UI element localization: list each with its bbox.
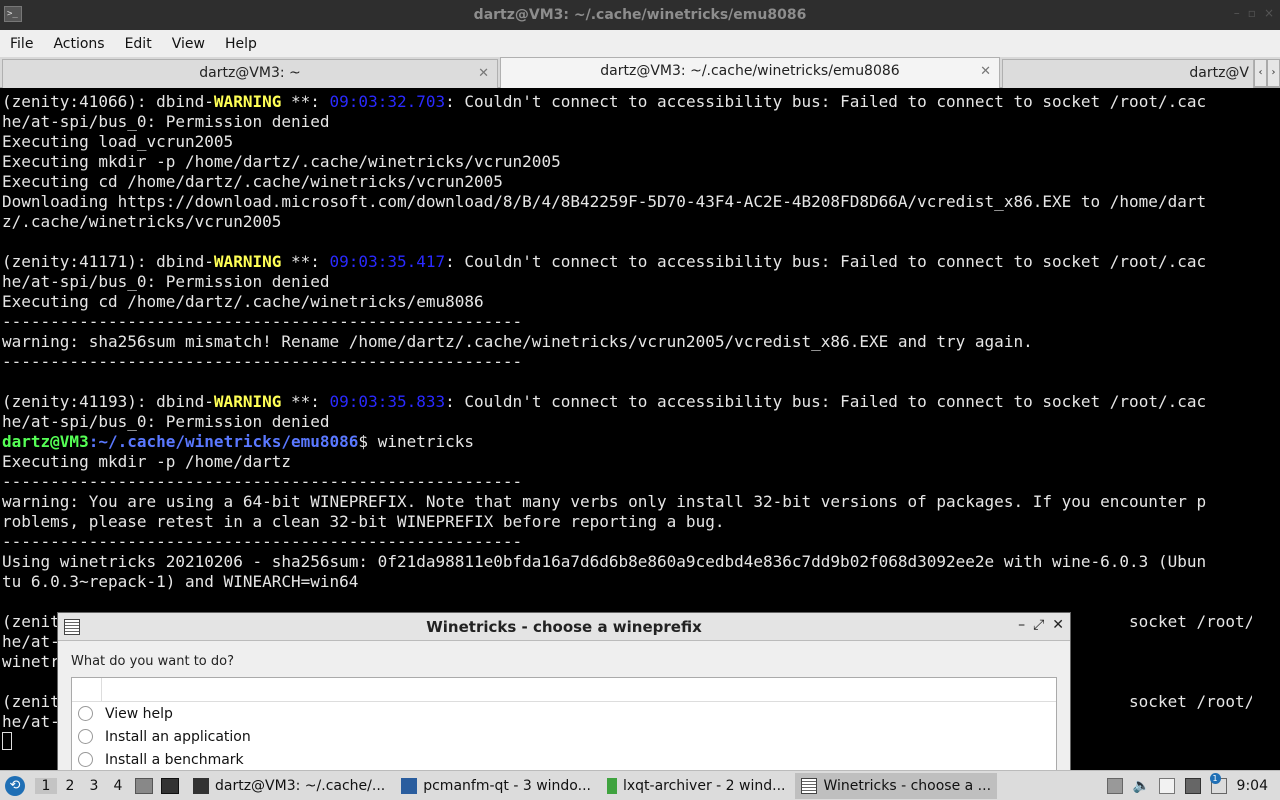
option-view-help[interactable]: View help xyxy=(72,702,1056,725)
option-install-application[interactable]: Install an application xyxy=(72,725,1056,748)
tab-close-icon[interactable]: ✕ xyxy=(980,58,991,85)
desktop-2-button[interactable]: 2 xyxy=(59,778,81,794)
tab-scroll-left-icon[interactable]: ‹ xyxy=(1254,59,1267,87)
menu-edit[interactable]: Edit xyxy=(115,36,162,52)
radio-icon[interactable] xyxy=(78,752,93,767)
close-button[interactable]: × xyxy=(1264,6,1274,20)
folder-icon xyxy=(401,777,418,794)
menu-file[interactable]: File xyxy=(0,36,43,52)
dialog-close-button[interactable]: ✕ xyxy=(1052,617,1064,633)
menu-bar: File Actions Edit View Help xyxy=(0,30,1280,57)
dialog-maximize-button[interactable]: ⤢ xyxy=(1033,617,1044,633)
clipboard-icon[interactable] xyxy=(1106,778,1123,794)
show-desktop-icon[interactable] xyxy=(135,777,153,794)
option-label: Install an application xyxy=(105,728,251,745)
task-pcmanfm[interactable]: pcmanfm-qt - 3 windo... xyxy=(395,773,597,799)
options-list: View help Install an application Install… xyxy=(71,677,1057,777)
task-label: lxqt-archiver - 2 wind... xyxy=(622,777,786,794)
file-icon[interactable] xyxy=(1158,778,1175,794)
tab-bar: dartz@VM3: ~ ✕ dartz@VM3: ~/.cache/winet… xyxy=(0,57,1280,88)
task-label: pcmanfm-qt - 3 windo... xyxy=(423,777,591,794)
option-install-benchmark[interactable]: Install a benchmark xyxy=(72,748,1056,771)
dialog-icon xyxy=(801,777,818,794)
option-label: Install a benchmark xyxy=(105,751,244,768)
notification-icon[interactable]: 1 xyxy=(1209,773,1227,794)
terminal-scrollbar[interactable] xyxy=(1252,90,1280,770)
terminal-icon xyxy=(193,777,209,794)
menu-help[interactable]: Help xyxy=(215,36,267,52)
window-titlebar: >_ dartz@VM3: ~/.cache/winetricks/emu808… xyxy=(0,0,1280,30)
dialog-titlebar: Winetricks - choose a wineprefix – ⤢ ✕ xyxy=(58,613,1070,641)
tab-third[interactable]: dartz@V xyxy=(1002,59,1254,88)
tab-label: dartz@VM3: ~/.cache/winetricks/emu8086 xyxy=(600,63,900,79)
desktop-4-button[interactable]: 4 xyxy=(107,778,129,794)
desktop-1-button[interactable]: 1 xyxy=(35,777,57,794)
task-archiver[interactable]: lxqt-archiver - 2 wind... xyxy=(601,773,792,799)
radio-icon[interactable] xyxy=(78,729,93,744)
display-icon[interactable] xyxy=(1184,778,1201,794)
menu-view[interactable]: View xyxy=(162,36,215,52)
dialog-prompt: What do you want to do? xyxy=(71,654,235,669)
notification-badge: 1 xyxy=(1209,773,1221,784)
list-header-radio-column[interactable] xyxy=(72,678,102,702)
task-label: Winetricks - choose a ... xyxy=(823,777,992,794)
tab-label: dartz@V xyxy=(1189,65,1249,81)
taskbar: ⟲ 1 2 3 4 dartz@VM3: ~/.cache/... pcmanf… xyxy=(0,770,1280,800)
task-label: dartz@VM3: ~/.cache/... xyxy=(215,777,386,794)
maximize-button[interactable]: ▫ xyxy=(1248,6,1256,20)
start-menu-icon[interactable]: ⟲ xyxy=(5,775,25,796)
minimize-button[interactable]: – xyxy=(1234,6,1240,20)
terminal-launcher-icon[interactable] xyxy=(161,777,179,794)
tab-label: dartz@VM3: ~ xyxy=(199,65,301,81)
option-label: View help xyxy=(105,705,173,722)
wineprefix-dialog: Winetricks - choose a wineprefix – ⤢ ✕ W… xyxy=(57,612,1071,777)
tab-home[interactable]: dartz@VM3: ~ ✕ xyxy=(2,59,498,88)
window-title: dartz@VM3: ~/.cache/winetricks/emu8086 xyxy=(473,7,807,23)
terminal-cursor xyxy=(2,732,12,750)
clock[interactable]: 9:04 xyxy=(1237,778,1268,794)
list-header xyxy=(72,678,1056,702)
desktop-3-button[interactable]: 3 xyxy=(83,778,105,794)
task-winetricks[interactable]: Winetricks - choose a ... xyxy=(795,772,998,799)
tab-close-icon[interactable]: ✕ xyxy=(478,60,489,87)
radio-icon[interactable] xyxy=(78,706,93,721)
system-tray: 🔈 1 9:04 xyxy=(1106,771,1280,800)
dialog-title: Winetricks - choose a wineprefix xyxy=(426,618,702,636)
dialog-minimize-button[interactable]: – xyxy=(1018,617,1025,633)
tab-scroll-right-icon[interactable]: › xyxy=(1267,59,1280,87)
tab-scroll-buttons: ‹ › xyxy=(1254,59,1280,87)
volume-icon[interactable]: 🔈 xyxy=(1133,778,1150,794)
menu-actions[interactable]: Actions xyxy=(43,36,114,52)
tab-emu8086[interactable]: dartz@VM3: ~/.cache/winetricks/emu8086 ✕ xyxy=(500,57,1000,88)
task-terminal[interactable]: dartz@VM3: ~/.cache/... xyxy=(187,773,391,799)
archive-icon xyxy=(606,777,617,794)
